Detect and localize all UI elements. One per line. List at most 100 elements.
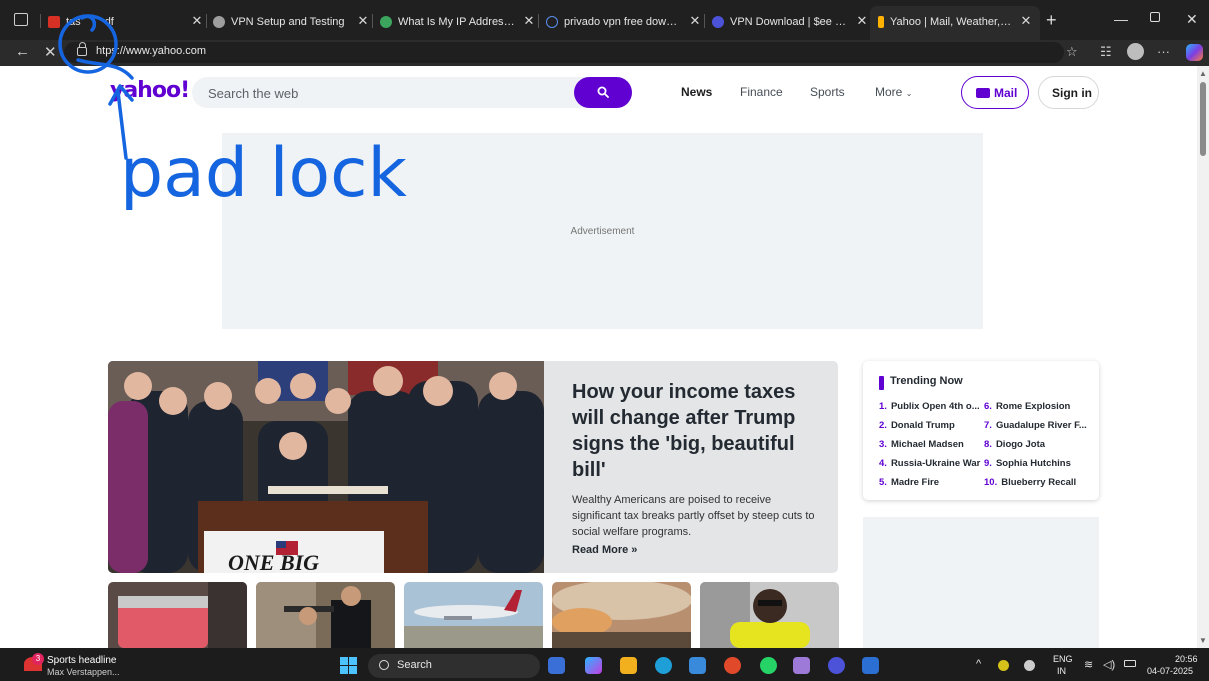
- search-button[interactable]: [574, 77, 632, 108]
- tab-separator: [538, 14, 539, 28]
- wps-office-icon[interactable]: [724, 657, 741, 674]
- tab-privado-vpn[interactable]: privado vpn free download: [546, 11, 682, 33]
- trending-item[interactable]: 8. Diogo Jota: [984, 439, 1092, 450]
- nav-finance[interactable]: Finance: [740, 85, 783, 99]
- yahoo-homepage: yahoo! News Finance Sports More ⌄ Mail S…: [0, 66, 1197, 648]
- chevron-down-icon: ⌄: [905, 89, 913, 98]
- browser-tab-bar: tas df ✕ VPN Setup and Testing ✕ What Is…: [0, 0, 1209, 40]
- wifi-icon[interactable]: ≋: [1084, 658, 1093, 671]
- side-advertisement[interactable]: [863, 517, 1099, 648]
- trending-label: Publix Open 4th o...: [890, 401, 979, 412]
- tab-close-icon[interactable]: ✕: [522, 12, 536, 30]
- mail-button[interactable]: Mail: [961, 76, 1029, 109]
- story-thumbnail[interactable]: [256, 582, 395, 648]
- tab-pdf[interactable]: tas df: [48, 11, 188, 33]
- hero-image[interactable]: ONE BIG: [108, 361, 544, 573]
- tab-actions-icon[interactable]: [14, 13, 28, 26]
- tab-separator: [206, 14, 207, 28]
- store-icon[interactable]: [689, 657, 706, 674]
- favorites-list-icon[interactable]: ☷: [1100, 44, 1112, 60]
- new-tab-icon[interactable]: +: [1046, 10, 1057, 31]
- movie-scene-photo: [256, 582, 395, 648]
- minimize-icon[interactable]: —: [1114, 11, 1128, 27]
- scrollbar-thumb[interactable]: [1200, 82, 1206, 156]
- celebrity-photo: [700, 582, 839, 648]
- advertisement-banner[interactable]: Advertisement: [222, 133, 983, 329]
- tab-vpn-setup[interactable]: VPN Setup and Testing: [213, 11, 353, 33]
- task-view-icon[interactable]: [548, 657, 565, 674]
- tab-close-icon[interactable]: ✕: [1019, 12, 1033, 30]
- read-more-link[interactable]: Read More »: [572, 544, 822, 556]
- nav-more[interactable]: More ⌄: [875, 85, 912, 99]
- notepad-icon[interactable]: [793, 657, 810, 674]
- trending-label: Diogo Jota: [995, 439, 1046, 450]
- volume-icon[interactable]: ◁): [1103, 658, 1115, 671]
- tab-close-icon[interactable]: ✕: [688, 12, 702, 30]
- tab-close-icon[interactable]: ✕: [356, 12, 370, 30]
- stop-loading-icon[interactable]: ✕: [44, 43, 57, 61]
- language-indicator[interactable]: ENG: [1053, 654, 1073, 664]
- trending-item[interactable]: 4. Russia-Ukraine War: [879, 458, 983, 469]
- edge-browser-icon[interactable]: [655, 657, 672, 674]
- yahoo-logo[interactable]: yahoo!: [110, 78, 190, 103]
- windows-start-icon[interactable]: [340, 657, 357, 674]
- story-thumbnail[interactable]: [552, 582, 691, 648]
- whatsapp-icon[interactable]: [760, 657, 777, 674]
- nav-news[interactable]: News: [681, 85, 712, 99]
- hero-headline[interactable]: How your income taxes will change after …: [572, 379, 822, 483]
- story-thumbnail[interactable]: [404, 582, 543, 648]
- trending-item[interactable]: 2. Donald Trump: [879, 420, 979, 431]
- trending-item[interactable]: 1. Publix Open 4th o...: [879, 401, 979, 412]
- trending-item[interactable]: 7. Guadalupe River F...: [984, 420, 1092, 431]
- tray-app-icon[interactable]: [998, 660, 1009, 671]
- tab-yahoo[interactable]: Yahoo | Mail, Weather, Searc: [878, 11, 1013, 33]
- trending-label: Guadalupe River F...: [995, 420, 1087, 431]
- story-thumbnail[interactable]: [108, 582, 247, 648]
- scroll-down-icon[interactable]: ▼: [1199, 636, 1207, 645]
- trending-item[interactable]: 10. Blueberry Recall: [984, 477, 1092, 488]
- hero-photo: ONE BIG: [108, 361, 544, 573]
- maps-app-icon[interactable]: [862, 657, 879, 674]
- nav-sports[interactable]: Sports: [810, 85, 845, 99]
- profile-avatar[interactable]: [1127, 43, 1144, 60]
- vpn-app-icon[interactable]: [828, 657, 845, 674]
- trending-item[interactable]: 5. Madre Fire: [879, 477, 979, 488]
- search-input[interactable]: [208, 83, 568, 103]
- trending-item[interactable]: 9. Sophia Hutchins: [984, 458, 1092, 469]
- back-icon[interactable]: ←: [15, 43, 30, 60]
- page-scrollbar[interactable]: ▲ ▼: [1197, 66, 1209, 648]
- trending-rank: 2.: [879, 420, 887, 431]
- tray-cloud-icon[interactable]: [1024, 660, 1035, 671]
- story-thumbnail[interactable]: [700, 582, 839, 648]
- more-menu-icon[interactable]: ···: [1157, 44, 1170, 59]
- clock-time[interactable]: 20:56: [1175, 654, 1198, 664]
- show-hidden-icons-chevron[interactable]: ^: [976, 658, 981, 670]
- tab-title: tas: [66, 16, 81, 28]
- battery-icon[interactable]: [1124, 660, 1136, 667]
- padlock-icon[interactable]: [77, 42, 87, 56]
- clock-date[interactable]: 04-07-2025: [1147, 666, 1193, 676]
- scroll-up-icon[interactable]: ▲: [1199, 69, 1207, 78]
- taskbar-search-box[interactable]: Search: [368, 654, 540, 678]
- address-bar-row: ← ✕ htps://www.yahoo.com ☆ ☷ ···: [0, 40, 1209, 66]
- hero-story[interactable]: ONE BIG How your income taxes will chang…: [108, 361, 838, 573]
- tab-vpn-download[interactable]: VPN Download | $ee VPN De: [712, 11, 848, 33]
- tab-what-is-my-ip[interactable]: What Is My IP Address - See: [380, 11, 518, 33]
- trending-item[interactable]: 3. Michael Madsen: [879, 439, 979, 450]
- trending-rank: 4.: [879, 458, 887, 469]
- keyboard-layout[interactable]: IN: [1057, 666, 1066, 676]
- tab-title: VPN Setup and Testing: [231, 16, 345, 28]
- restore-icon[interactable]: [1150, 12, 1160, 22]
- trending-item[interactable]: 6. Rome Explosion: [984, 401, 1092, 412]
- copilot-icon[interactable]: [1186, 44, 1203, 61]
- file-explorer-icon[interactable]: [620, 657, 637, 674]
- copilot-app-icon[interactable]: [585, 657, 602, 674]
- sign-in-button[interactable]: Sign in: [1038, 76, 1099, 109]
- url-field[interactable]: htps://www.yahoo.com: [64, 42, 1064, 63]
- taskbar-search-label: Search: [397, 659, 432, 671]
- favorite-star-icon[interactable]: ☆: [1066, 44, 1078, 60]
- tab-close-icon[interactable]: ✕: [190, 12, 204, 30]
- window-close-icon[interactable]: ✕: [1186, 11, 1198, 28]
- widget-headline[interactable]: Sports headline: [47, 655, 117, 666]
- tab-close-icon[interactable]: ✕: [855, 12, 869, 30]
